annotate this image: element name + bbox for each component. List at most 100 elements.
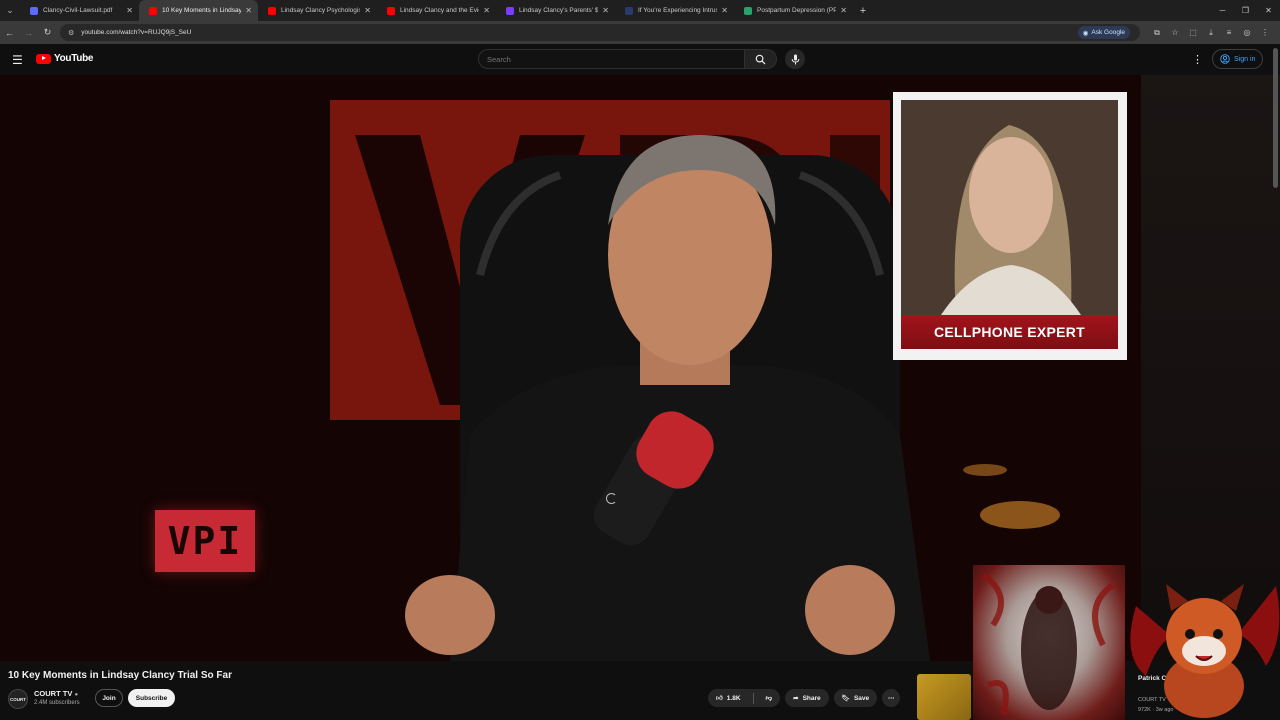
search-bar [478, 49, 777, 69]
ask-google-button[interactable]: ◉ Ask Google [1077, 26, 1130, 39]
vpi-neon-sign: VPI [155, 510, 255, 572]
tab-title: Lindsay Clancy's Parents' $1 Mi [519, 7, 599, 14]
ask-google-label: Ask Google [1091, 29, 1125, 36]
lamp-glow [980, 501, 1060, 529]
close-tab-icon[interactable]: ✕ [602, 6, 609, 15]
address-bar-row: ← → ↻ ⚙ youtube.com/watch?v=RUJQ9jS_SeU … [0, 21, 1280, 44]
browser-tab[interactable]: If You're Experiencing Intrusive ✕ [615, 0, 734, 21]
restore-icon[interactable]: ❐ [1234, 0, 1257, 21]
recommended-thumbnail-partial[interactable] [917, 674, 971, 720]
browser-tab[interactable]: Lindsay Clancy's Parents' $1 Mi ✕ [496, 0, 615, 21]
window-controls: ─ ❐ ✕ [1211, 0, 1280, 21]
browser-tab-bar: ⌄ Clancy-Civil-Lawsuit.pdf ✕ 10 Key Mome… [0, 0, 1280, 21]
tab-title: Clancy-Civil-Lawsuit.pdf [43, 7, 113, 14]
close-tab-icon[interactable]: ✕ [126, 6, 133, 15]
subscriber-count: 2.4M subscribers [34, 700, 80, 706]
sign-in-button[interactable]: Sign in [1212, 49, 1264, 69]
thumbs-down-icon: 👎︎ [765, 695, 773, 702]
like-button[interactable]: 👍︎ 1.8K [708, 689, 749, 707]
site-icon [744, 6, 752, 15]
pdf-icon [30, 6, 38, 15]
bookmark-star-icon[interactable]: ☆ [1166, 28, 1184, 37]
mascot-eye-right [1213, 629, 1223, 639]
channel-name-text: COURT TV [34, 689, 73, 698]
youtube-logo[interactable]: YouTube [36, 53, 94, 64]
profile-icon[interactable]: ◎ [1238, 28, 1256, 37]
recommended-thumbnail[interactable] [973, 565, 1125, 720]
red-panda-mascot [1130, 584, 1280, 718]
mascot-eye-left [1185, 629, 1195, 639]
more-actions-button[interactable]: ⋯ [882, 689, 901, 707]
youtube-header: ☰ YouTube ⋮ Sign in [0, 44, 1280, 75]
inset-caption: CELLPHONE EXPERT [901, 315, 1118, 349]
tab-title: 10 Key Moments in Lindsay Cla [162, 7, 242, 14]
like-count: 1.8K [726, 694, 741, 702]
lamp-glow-small [963, 464, 1007, 476]
browser-tab[interactable]: Lindsay Clancy Psychologist Dr ✕ [258, 0, 377, 21]
tab-title: Lindsay Clancy Psychologist Dr [281, 7, 361, 14]
menu-icon[interactable]: ☰ [12, 53, 23, 67]
dislike-button[interactable]: 👎︎ [758, 689, 781, 707]
settings-more-icon[interactable]: ⋮ [1192, 53, 1203, 66]
mascot-wing-right [1238, 586, 1280, 666]
browser-tab[interactable]: Clancy-Civil-Lawsuit.pdf ✕ [20, 0, 139, 21]
close-tab-icon[interactable]: ✕ [483, 6, 490, 15]
presenter-left-hand [405, 575, 495, 655]
tab-search-icon[interactable]: ⌄ [0, 0, 20, 21]
video-title: 10 Key Moments in Lindsay Clancy Trial S… [8, 670, 232, 681]
reload-icon[interactable]: ↻ [38, 27, 57, 38]
browser-tab-active[interactable]: 10 Key Moments in Lindsay Cla ✕ [139, 0, 258, 21]
back-icon[interactable]: ← [0, 28, 19, 38]
site-info-icon[interactable]: ⚙ [68, 29, 74, 37]
forward-icon[interactable]: → [19, 28, 38, 38]
browser-tab[interactable]: Postpartum Depression (PPD): ✕ [734, 0, 853, 21]
site-icon [625, 6, 633, 15]
join-button[interactable]: Join [95, 689, 123, 707]
search-input[interactable] [478, 49, 745, 69]
thumbs-up-icon: 👍︎ [716, 695, 723, 702]
mascot-muzzle [1182, 636, 1226, 666]
divider [752, 692, 754, 704]
channel-avatar[interactable]: COURT [8, 689, 28, 709]
media-icon[interactable]: ≡ [1220, 28, 1238, 37]
extensions-icon[interactable]: ⬚ [1184, 28, 1202, 37]
browser-tab[interactable]: Lindsay Clancy and the Evidenc ✕ [377, 0, 496, 21]
save-button[interactable]: 🔖︎ Save [833, 689, 878, 707]
close-tab-icon[interactable]: ✕ [721, 6, 728, 15]
search-icon [755, 54, 766, 65]
share-button[interactable]: ➦ Share [785, 689, 829, 707]
thumbnail-figure-head [1035, 586, 1063, 614]
toolbar-icons: ⧉ ☆ ⬚ ⤓ ≡ ◎ ⋮ [1148, 21, 1274, 44]
subscribe-button[interactable]: Subscribe [128, 689, 175, 707]
save-label: Save [853, 694, 870, 702]
account-icon [1220, 54, 1230, 64]
youtube-icon [149, 6, 157, 15]
new-tab-icon[interactable]: + [853, 5, 873, 17]
close-tab-icon[interactable]: ✕ [364, 6, 371, 15]
mascot-wing-left [1130, 606, 1171, 676]
browser-menu-icon[interactable]: ⋮ [1256, 28, 1274, 37]
close-tab-icon[interactable]: ✕ [840, 6, 847, 15]
tab-title: Lindsay Clancy and the Evidenc [400, 7, 479, 14]
youtube-icon [268, 6, 276, 15]
download-icon[interactable]: ⤓ [1202, 28, 1220, 38]
close-tab-icon[interactable]: ✕ [245, 6, 252, 15]
portrait-image [901, 100, 1118, 315]
minimize-icon[interactable]: ─ [1211, 0, 1234, 21]
bookmark-icon: 🔖︎ [841, 695, 850, 702]
voice-search-button[interactable] [785, 49, 805, 69]
pdf-icon [506, 6, 514, 15]
like-dislike-group: 👍︎ 1.8K 👎︎ [708, 689, 781, 707]
url-field[interactable]: ⚙ youtube.com/watch?v=RUJQ9jS_SeU [60, 24, 1140, 41]
search-button[interactable] [745, 49, 777, 69]
translate-icon[interactable]: ⧉ [1148, 28, 1166, 38]
google-lens-icon: ◉ [1082, 29, 1089, 37]
page-scrollbar[interactable] [1273, 48, 1278, 188]
channel-name[interactable]: COURT TV ● [34, 689, 78, 698]
verified-icon: ● [74, 692, 79, 698]
more-horizontal-icon: ⋯ [887, 695, 895, 702]
presenter-right-hand [805, 565, 895, 655]
youtube-icon [387, 6, 395, 15]
video-player[interactable]: VPI CELLPHONE EXPERT [0, 75, 1141, 661]
close-window-icon[interactable]: ✕ [1257, 0, 1280, 21]
